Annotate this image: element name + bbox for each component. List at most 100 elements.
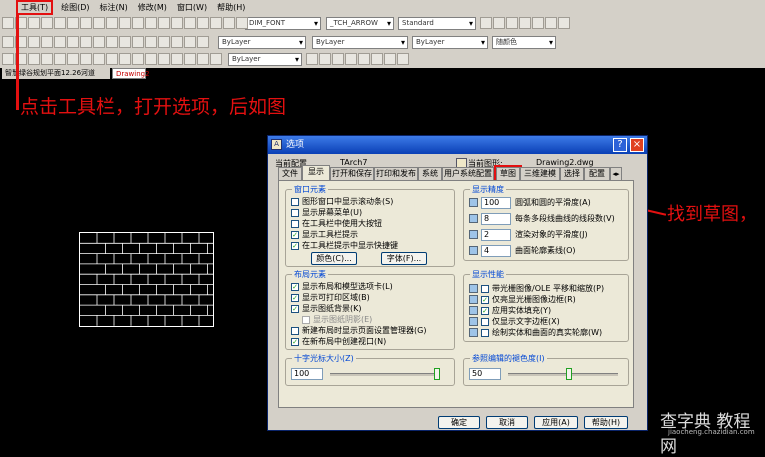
tab-selection[interactable]: 选择: [560, 167, 584, 180]
toolbar-button-icon[interactable]: [210, 17, 222, 29]
tab-user-preferences[interactable]: 用户系统配置: [442, 167, 494, 180]
tab-system[interactable]: 系统: [418, 167, 442, 180]
dialog-titlebar[interactable]: A 选项 ? ×: [268, 136, 647, 154]
tab-files[interactable]: 文件: [278, 167, 302, 180]
ok-button[interactable]: 确定: [438, 416, 480, 429]
toolbar-button-icon[interactable]: [93, 36, 105, 48]
fonts-button[interactable]: 字体(F)...: [381, 252, 427, 265]
crosshair-size-input[interactable]: 100: [291, 368, 323, 380]
checkbox-true-silhouettes[interactable]: 绘制实体和曲面的真实轮廓(W): [469, 327, 602, 338]
toolbar-button-icon[interactable]: [197, 53, 209, 65]
toolbar-button-icon[interactable]: [158, 53, 170, 65]
checkbox-solid-fill[interactable]: ✓ 应用实体填充(Y): [469, 305, 551, 316]
tab-display[interactable]: 显示: [302, 165, 330, 180]
toolbar-button-icon[interactable]: [2, 17, 14, 29]
toolbar-button-icon[interactable]: [558, 17, 570, 29]
toolbar-button-icon[interactable]: [197, 36, 209, 48]
toolbar-button-icon[interactable]: [493, 17, 505, 29]
toolbar-button-icon[interactable]: [197, 17, 209, 29]
checkbox-box[interactable]: [481, 328, 489, 337]
checkbox-box[interactable]: ✓: [481, 295, 489, 304]
toolbar-button-icon[interactable]: [545, 17, 557, 29]
toolbar-button-icon[interactable]: [358, 53, 370, 65]
toolbar-button-icon[interactable]: [54, 36, 66, 48]
lineweight-combo[interactable]: ByLayer: [412, 36, 488, 49]
tab-open-save[interactable]: 打开和保存: [330, 167, 374, 180]
toolbar-button-icon[interactable]: [184, 53, 196, 65]
toolbar-button-icon[interactable]: [371, 53, 383, 65]
render-smoothness-input[interactable]: 2: [481, 228, 511, 241]
checkbox-box[interactable]: [302, 315, 310, 324]
toolbar-button-icon[interactable]: [80, 53, 92, 65]
textstyle-combo[interactable]: Standard: [398, 17, 476, 30]
layer-combo[interactable]: ByLayer: [228, 53, 302, 66]
toolbar-button-icon[interactable]: [384, 53, 396, 65]
checkbox-box[interactable]: ✓: [291, 337, 299, 346]
toolbar-button-icon[interactable]: [171, 17, 183, 29]
toolbar-button-icon[interactable]: [41, 36, 53, 48]
tab-plot-publish[interactable]: 打印和发布: [374, 167, 418, 180]
toolbar-button-icon[interactable]: [119, 17, 131, 29]
toolbar-button-icon[interactable]: [506, 17, 518, 29]
toolbar-button-icon[interactable]: [93, 53, 105, 65]
colors-button[interactable]: 颜色(C)...: [311, 252, 357, 265]
tab-scroll-arrows[interactable]: ◂▸: [610, 167, 622, 180]
toolbar-button-icon[interactable]: [80, 17, 92, 29]
toolbar-button-icon[interactable]: [2, 53, 14, 65]
toolbar-button-icon[interactable]: [158, 36, 170, 48]
checkbox-box[interactable]: ✓: [291, 293, 299, 302]
toolbar-button-icon[interactable]: [106, 17, 118, 29]
toolbar-button-icon[interactable]: [306, 53, 318, 65]
toolbar-button-icon[interactable]: [132, 53, 144, 65]
toolbar-button-icon[interactable]: [28, 36, 40, 48]
contour-lines-input[interactable]: 4: [481, 244, 511, 257]
toolbar-button-icon[interactable]: [67, 53, 79, 65]
toolbar-button-icon[interactable]: [519, 17, 531, 29]
toolbar-button-icon[interactable]: [171, 36, 183, 48]
toolbar-button-icon[interactable]: [345, 53, 357, 65]
checkbox-page-setup-manager[interactable]: 新建布局时显示页面设置管理器(G): [291, 325, 426, 336]
toolbar-button-icon[interactable]: [2, 36, 14, 48]
linetype-combo[interactable]: ByLayer: [312, 36, 408, 49]
toolbar-button-icon[interactable]: [80, 36, 92, 48]
toolbar-button-icon[interactable]: [145, 36, 157, 48]
checkbox-box[interactable]: [291, 219, 299, 228]
toolbar-button-icon[interactable]: [145, 53, 157, 65]
checkbox-box[interactable]: [481, 317, 489, 326]
toolbar-button-icon[interactable]: [67, 36, 79, 48]
tab-profiles[interactable]: 配置: [584, 167, 610, 180]
menu-modify[interactable]: 修改(M): [138, 2, 167, 13]
menu-window[interactable]: 窗口(W): [177, 2, 207, 13]
toolbar-button-icon[interactable]: [236, 17, 248, 29]
toolbar-button-icon[interactable]: [223, 17, 235, 29]
checkbox-raster-pan[interactable]: 带光栅图像/OLE 平移和缩放(P): [469, 283, 604, 294]
close-icon[interactable]: ×: [630, 138, 644, 152]
help-button[interactable]: 帮助(H): [584, 416, 628, 429]
menu-dimension[interactable]: 标注(N): [100, 2, 128, 13]
toolbar-button-icon[interactable]: [158, 17, 170, 29]
checkbox-box[interactable]: ✓: [291, 304, 299, 313]
arrowstyle-combo[interactable]: _TCH_ARROW: [326, 17, 394, 30]
toolbar-button-icon[interactable]: [145, 17, 157, 29]
toolbar-button-icon[interactable]: [119, 36, 131, 48]
toolbar-button-icon[interactable]: [28, 53, 40, 65]
checkbox-text-frame[interactable]: 仅显示文字边框(X): [469, 316, 560, 327]
checkbox-layout-tabs[interactable]: ✓ 显示布局和模型选项卡(L): [291, 281, 393, 292]
toolbar-button-icon[interactable]: [93, 17, 105, 29]
toolbar-button-icon[interactable]: [41, 17, 53, 29]
toolbar-button-icon[interactable]: [480, 17, 492, 29]
toolbar-button-icon[interactable]: [532, 17, 544, 29]
checkbox-box[interactable]: ✓: [291, 241, 299, 250]
checkbox-box[interactable]: ✓: [291, 282, 299, 291]
checkbox-scrollbars[interactable]: 图形窗口中显示滚动条(S): [291, 196, 393, 207]
toolbar-button-icon[interactable]: [171, 53, 183, 65]
menu-draw[interactable]: 绘图(D): [61, 2, 89, 13]
toolbar-button-icon[interactable]: [28, 17, 40, 29]
plotstyle-combo[interactable]: 随颜色: [492, 36, 556, 49]
checkbox-box[interactable]: [291, 208, 299, 217]
dimstyle-combo[interactable]: DIM_FONT: [245, 17, 321, 30]
toolbar-button-icon[interactable]: [106, 36, 118, 48]
layer-color-combo[interactable]: ByLayer: [218, 36, 306, 49]
checkbox-paper-background[interactable]: ✓ 显示图纸背景(K): [291, 303, 362, 314]
toolbar-button-icon[interactable]: [119, 53, 131, 65]
